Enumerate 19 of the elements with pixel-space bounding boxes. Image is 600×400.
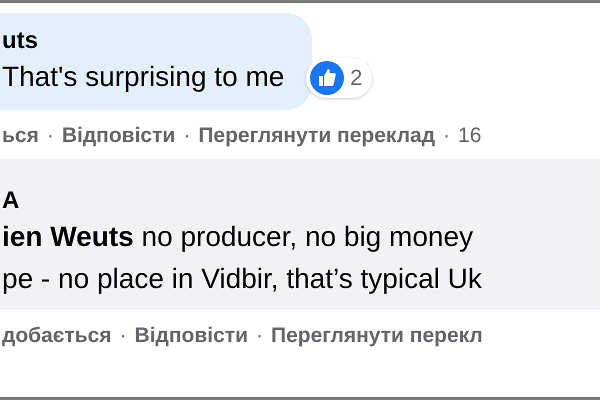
action-link[interactable]: Переглянути перекл bbox=[271, 320, 483, 352]
separator-dot: · bbox=[120, 323, 127, 350]
action-link[interactable]: Відповісти bbox=[62, 120, 176, 152]
author-name[interactable]: uts bbox=[2, 27, 284, 56]
author-name[interactable]: A bbox=[2, 187, 482, 216]
timestamp: 16 bbox=[458, 122, 482, 149]
reaction-count: 2 bbox=[306, 58, 372, 98]
like-icon bbox=[310, 60, 344, 95]
comment-text: That's surprising to me bbox=[2, 60, 284, 94]
action-link[interactable]: Переглянути переклад bbox=[198, 120, 436, 152]
comment-text: pe - no place in Vidbir, that’s typical Uk bbox=[2, 262, 482, 296]
separator-dot: · bbox=[183, 122, 190, 149]
action-link[interactable]: добається bbox=[2, 320, 112, 352]
action-link[interactable]: Відповісти bbox=[134, 320, 248, 352]
separator-dot: · bbox=[443, 122, 450, 149]
separator-dot: · bbox=[46, 122, 54, 149]
action-link[interactable]: ься bbox=[2, 120, 39, 152]
comment-text: ien Weuts no producer, no big money bbox=[2, 220, 474, 254]
separator-dot: · bbox=[256, 323, 264, 350]
